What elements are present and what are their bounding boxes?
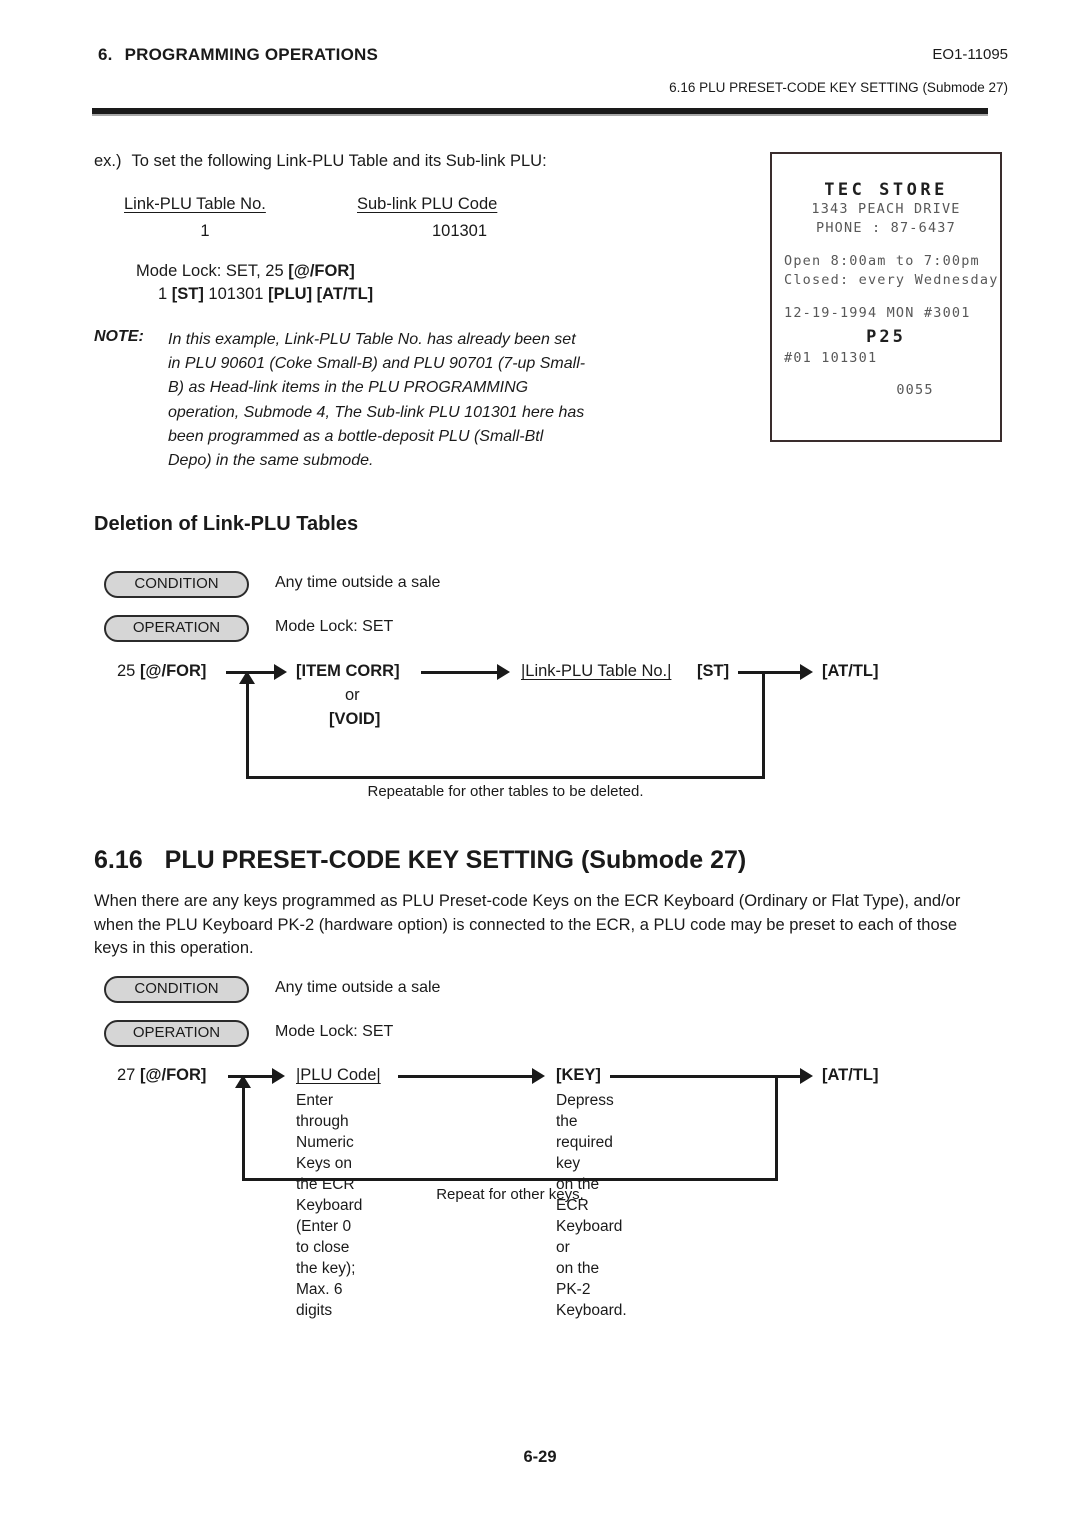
receipt-closed-day: Closed: every Wednesday (784, 272, 999, 288)
document-code: EO1-11095 (932, 46, 1008, 63)
flow1-loop-caption: Repeatable for other tables to be delete… (367, 783, 644, 800)
table-header-link-plu: Link-PLU Table No. (124, 195, 266, 213)
example-keystroke-line: 1 [ST] 101301 [PLU] [AT/TL] (158, 285, 373, 304)
flow2-connector-2 (398, 1075, 534, 1078)
flow2-arrowhead-2 (532, 1068, 545, 1084)
flow1-loop-left-vertical (246, 684, 249, 778)
flow2-step3-key: [KEY] (556, 1066, 601, 1084)
document-page: 6. PROGRAMMING OPERATIONS EO1-11095 6.16 … (0, 0, 1080, 1528)
keystroke-key-attl: [AT/TL] (312, 285, 374, 303)
flow1-loop-arrowhead-up (239, 671, 255, 684)
receipt-address: 1343 PEACH DRIVE (811, 201, 961, 217)
flow2-loop-left-vertical (242, 1088, 245, 1180)
flow1-arrowhead-1 (274, 664, 287, 680)
flow2-start: 27 [@/FOR] (117, 1066, 206, 1085)
flow2-loop-arrowhead-up (235, 1075, 251, 1088)
flow2-start-key: [@/FOR] (139, 1066, 207, 1084)
section-heading-616: 6.16 PLU PRESET-CODE KEY SETTING (Submode… (94, 846, 746, 875)
flow2-arrowhead-3 (800, 1068, 813, 1084)
note-label: NOTE: (94, 328, 144, 345)
keystroke-table-no: 1 (158, 285, 172, 303)
flow1-step3-key-st: [ST] (697, 662, 730, 680)
header-divider (92, 108, 988, 116)
flow2-loop-bottom-horizontal (242, 1178, 778, 1181)
receipt-mode-code: P25 (866, 327, 906, 347)
page-header-left: 6. PROGRAMMING OPERATIONS (98, 45, 378, 65)
flow2-loop-right-vertical (775, 1075, 778, 1181)
receipt-store-name: TEC STORE (824, 180, 948, 200)
receipt-phone: PHONE : 87-6437 (816, 220, 956, 236)
table-value-link-plu: 1 (200, 222, 210, 240)
example-mode-lock-line: Mode Lock: SET, 25 [@/FOR] (136, 262, 355, 281)
receipt-date-line: 12-19-1994 MON #3001 (784, 305, 971, 321)
flow2-arrowhead-1 (272, 1068, 285, 1084)
operation-text-preset: Mode Lock: SET (275, 1023, 394, 1040)
receipt-entry-line: #01 101301 (784, 350, 878, 366)
section-title: PLU PRESET-CODE KEY SETTING (Submode 27) (164, 846, 747, 874)
flow2-step2-description: Enter through Numeric Keys on the ECR Ke… (296, 1092, 363, 1319)
mode-lock-key-for: [@/FOR] (288, 262, 355, 280)
receipt-spacer-2 (772, 290, 1000, 304)
section-body-616: When there are any keys programmed as PL… (94, 892, 961, 957)
flow1-start: 25 [@/FOR] (117, 662, 206, 681)
example-intro: ex.) To set the following Link-PLU Table … (94, 152, 547, 171)
flow2-connector-3 (610, 1075, 802, 1078)
page-number: 6-29 (523, 1448, 557, 1466)
receipt-sample: TEC STORE 1343 PEACH DRIVE PHONE : 87-64… (770, 152, 1002, 442)
flow1-connector-3 (738, 671, 802, 674)
flow1-step4-key-attl: [AT/TL] (822, 662, 879, 680)
section-number: 6.16 (94, 846, 143, 874)
deletion-subheading: Deletion of Link-PLU Tables (94, 513, 359, 535)
operation-pill-preset: OPERATION (104, 1020, 249, 1047)
flow1-connector-2 (421, 671, 499, 674)
chapter-title: PROGRAMMING OPERATIONS (124, 45, 379, 64)
flow2-step4-key-attl: [AT/TL] (822, 1066, 879, 1084)
example-intro-text: To set the following Link-PLU Table and … (131, 152, 547, 170)
note-body: In this example, Link-PLU Table No. has … (168, 331, 586, 470)
flow1-loop-right-vertical (762, 671, 765, 779)
flow1-step2-or: or (345, 686, 360, 704)
flow2-step2-field: |PLU Code| (296, 1066, 381, 1084)
chapter-number: 6. (98, 45, 113, 64)
condition-pill-deletion: CONDITION (104, 571, 249, 598)
example-label: ex.) (94, 152, 122, 170)
flow1-step3-field: |Link-PLU Table No.| (521, 662, 672, 680)
condition-text-deletion: Any time outside a sale (275, 574, 441, 591)
flow1-step2-item-corr: [ITEM CORR] (296, 662, 400, 680)
keystroke-key-st: [ST] (171, 285, 204, 303)
header-section-ref: 6.16 PLU PRESET-CODE KEY SETTING (Submod… (669, 80, 1008, 95)
condition-text-preset: Any time outside a sale (275, 979, 441, 996)
flow1-step2-void: [VOID] (329, 710, 381, 728)
table-value-sublink-code: 101301 (431, 222, 488, 240)
flow2-step3-description: Depress the required key on the ECR Keyb… (556, 1092, 627, 1319)
table-header-sublink-code: Sub-link PLU Code (357, 195, 498, 213)
flow2-start-prefix: 27 (117, 1066, 140, 1084)
flow1-arrowhead-2 (497, 664, 510, 680)
receipt-open-hours: Open 8:00am to 7:00pm (784, 253, 980, 269)
receipt-spacer-1 (772, 238, 1000, 252)
flow1-arrowhead-3 (800, 664, 813, 680)
operation-pill-deletion: OPERATION (104, 615, 249, 642)
operation-text-deletion: Mode Lock: SET (275, 618, 394, 635)
flow2-loop-caption: Repeat for other keys. (436, 1186, 584, 1203)
flow1-start-key: [@/FOR] (139, 662, 207, 680)
receipt-consecutive-no: 0055 (896, 382, 934, 398)
receipt-spacer-3 (772, 368, 1000, 382)
mode-lock-prefix: Mode Lock: SET, 25 (136, 262, 289, 280)
keystroke-key-plu: [PLU] (268, 285, 313, 303)
flow1-loop-bottom-horizontal (246, 776, 765, 779)
keystroke-code: 101301 (203, 285, 269, 303)
condition-pill-preset: CONDITION (104, 976, 249, 1003)
flow1-start-prefix: 25 (117, 662, 140, 680)
